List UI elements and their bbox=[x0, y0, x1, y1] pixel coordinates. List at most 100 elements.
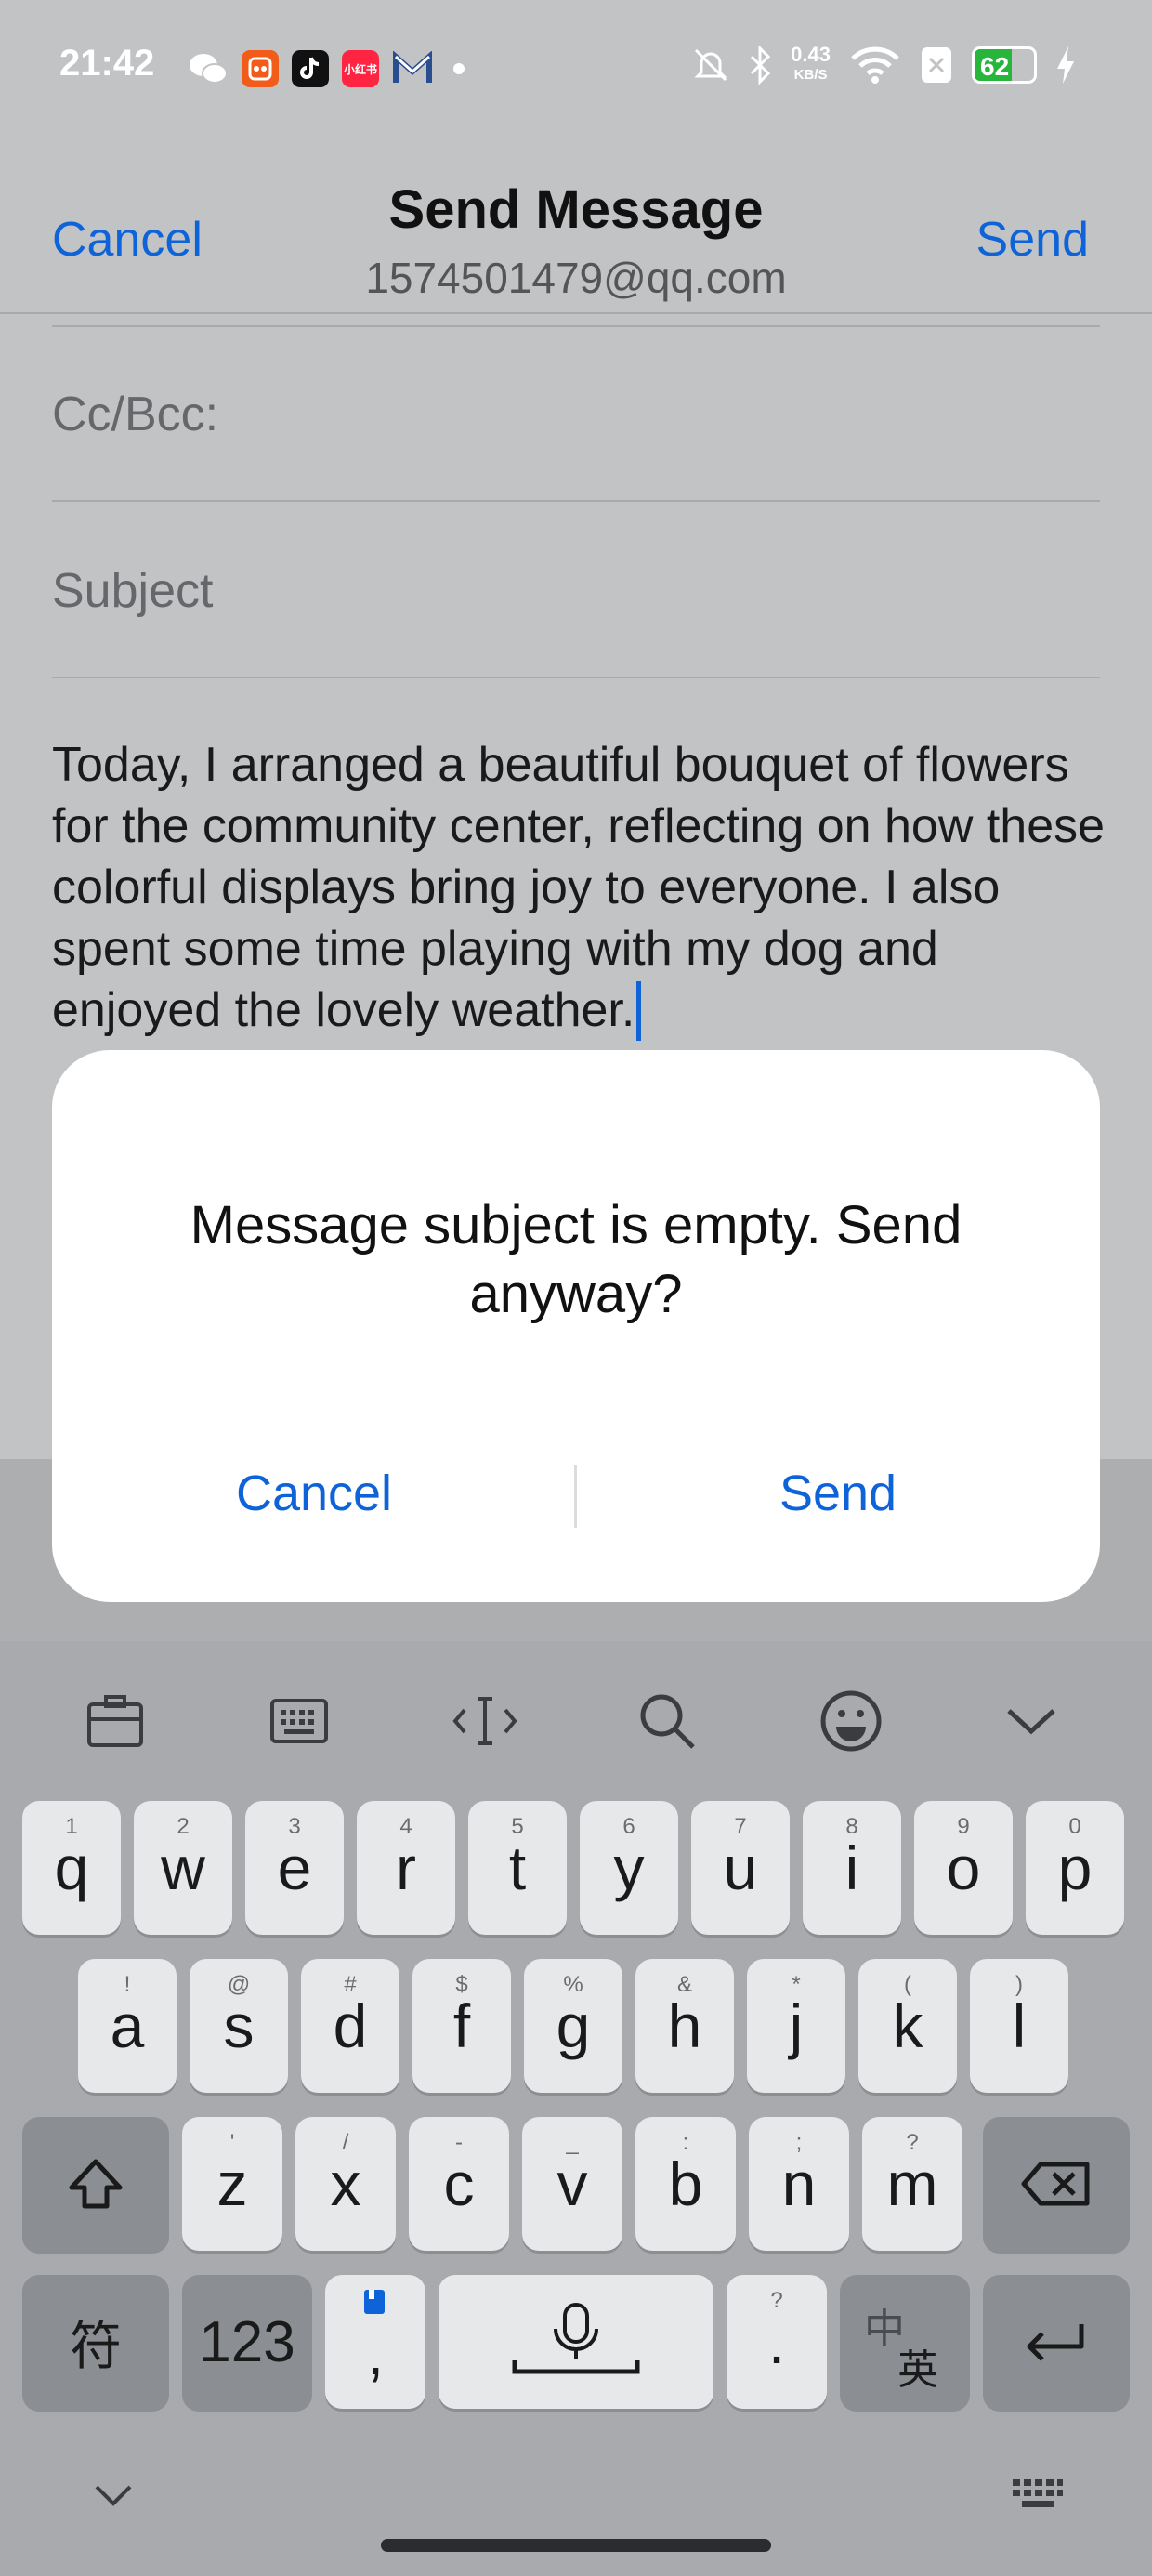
key-hint: ' bbox=[229, 2130, 235, 2155]
key-label: p bbox=[1057, 1833, 1093, 1902]
key-y[interactable]: 6y bbox=[580, 1801, 678, 1935]
key-label: o bbox=[946, 1833, 981, 1902]
key-h[interactable]: & h bbox=[635, 1959, 734, 2093]
key-label: z bbox=[216, 2149, 248, 2218]
key-r[interactable]: 4r bbox=[357, 1801, 455, 1935]
key-m[interactable]: ? m bbox=[862, 2117, 962, 2251]
key-label: f bbox=[452, 1991, 471, 2060]
key-hint: % bbox=[563, 1972, 583, 1997]
key-d[interactable]: # d bbox=[301, 1959, 399, 2093]
key-label: l bbox=[1012, 1991, 1027, 2060]
key-label: i bbox=[844, 1833, 859, 1902]
bluetooth-icon bbox=[751, 46, 771, 85]
status-time: 21:42 bbox=[59, 43, 155, 84]
key-hint: ( bbox=[904, 1972, 911, 1997]
key-label: h bbox=[667, 1991, 702, 2060]
key-j[interactable]: * j bbox=[747, 1959, 845, 2093]
status-indicators: 0.43 KB/S 62 bbox=[692, 45, 1076, 85]
taobao-icon bbox=[242, 50, 279, 87]
emoji-icon[interactable] bbox=[816, 1686, 886, 1756]
charging-icon bbox=[1057, 46, 1074, 84]
comma-key[interactable]: , bbox=[325, 2275, 425, 2409]
key-a[interactable]: ! a bbox=[78, 1959, 177, 2093]
key-w[interactable]: 2w bbox=[134, 1801, 232, 1935]
key-hint: ) bbox=[1015, 1972, 1023, 1997]
key-label: k bbox=[892, 1991, 923, 2060]
microphone-icon bbox=[512, 2303, 640, 2374]
battery-indicator: 62 bbox=[972, 46, 1037, 84]
key-e[interactable]: 3e bbox=[245, 1801, 344, 1935]
key-hint: : bbox=[682, 2130, 689, 2155]
period-key[interactable]: ?. bbox=[727, 2275, 827, 2409]
space-key[interactable] bbox=[439, 2275, 713, 2409]
compose-header: Cancel Send Message 1574501479@qq.com Se… bbox=[0, 139, 1152, 314]
numbers-key[interactable]: 123 bbox=[182, 2275, 312, 2409]
key-label: b bbox=[668, 2149, 703, 2218]
collapse-icon[interactable] bbox=[996, 1686, 1067, 1756]
key-n[interactable]: ; n bbox=[749, 2117, 849, 2251]
clipboard-icon[interactable] bbox=[80, 1686, 151, 1756]
key-label: r bbox=[396, 1833, 416, 1902]
key-hint: 0 bbox=[1068, 1814, 1081, 1839]
dialog-cancel-button[interactable]: Cancel bbox=[52, 1465, 576, 1522]
keyboard-layout-icon[interactable] bbox=[264, 1686, 334, 1756]
key-label: t bbox=[508, 1833, 527, 1902]
key-k[interactable]: (k bbox=[858, 1959, 957, 2093]
symbols-key[interactable]: 符 bbox=[22, 2275, 169, 2409]
message-body-text: Today, I arranged a beautiful bouquet of… bbox=[52, 738, 1106, 1037]
key-hint: * bbox=[792, 1972, 801, 1997]
keyboard-switch-icon[interactable] bbox=[1011, 2477, 1065, 2513]
key-s[interactable]: @ s bbox=[190, 1959, 288, 2093]
message-body[interactable]: Today, I arranged a beautiful bouquet of… bbox=[52, 734, 1111, 1041]
key-hint: 2 bbox=[177, 1814, 190, 1839]
key-hint: # bbox=[344, 1972, 357, 1997]
voice-note-icon bbox=[364, 2290, 385, 2314]
key-l[interactable]: ) l bbox=[970, 1959, 1068, 2093]
cursor-icon[interactable] bbox=[450, 1686, 520, 1756]
key-p[interactable]: 0p bbox=[1026, 1801, 1124, 1935]
tiktok-icon bbox=[292, 50, 329, 87]
key-hint: ! bbox=[124, 1972, 131, 1997]
key-o[interactable]: 9o bbox=[914, 1801, 1013, 1935]
key-label: e bbox=[277, 1833, 312, 1902]
key-hint: 5 bbox=[511, 1814, 524, 1839]
key-hint: - bbox=[455, 2130, 463, 2155]
key-label: q bbox=[54, 1833, 89, 1902]
key-b[interactable]: :b bbox=[635, 2117, 736, 2251]
key-hint: / bbox=[342, 2130, 349, 2155]
notification-apps: 小红书 bbox=[188, 50, 465, 87]
enter-key[interactable] bbox=[983, 2275, 1130, 2409]
key-v[interactable]: _ v bbox=[522, 2117, 622, 2251]
header-send-button[interactable]: Send bbox=[976, 212, 1089, 268]
key-z[interactable]: ' z bbox=[182, 2117, 282, 2251]
dialog-send-button[interactable]: Send bbox=[576, 1465, 1100, 1522]
wechat-icon bbox=[190, 54, 228, 84]
key-label: g bbox=[556, 1991, 591, 2060]
home-indicator[interactable] bbox=[381, 2539, 771, 2552]
key-i[interactable]: 8i bbox=[803, 1801, 901, 1935]
text-cursor bbox=[636, 981, 642, 1041]
key-g[interactable]: % g bbox=[524, 1959, 622, 2093]
key-x[interactable]: / x bbox=[295, 2117, 396, 2251]
subject-field[interactable]: Subject bbox=[52, 502, 1100, 678]
key-hint: 8 bbox=[845, 1814, 858, 1839]
dialog-message: Message subject is empty. Send anyway? bbox=[190, 1195, 962, 1324]
key-t[interactable]: 5t bbox=[468, 1801, 567, 1935]
xiaohongshu-icon: 小红书 bbox=[342, 50, 379, 87]
key-q[interactable]: 1q bbox=[22, 1801, 121, 1935]
key-label: j bbox=[789, 1991, 804, 2060]
language-switch-key[interactable]: 中 英 bbox=[840, 2275, 970, 2409]
key-u[interactable]: 7u bbox=[691, 1801, 790, 1935]
cc-bcc-field[interactable]: Cc/Bcc: bbox=[52, 325, 1100, 502]
key-label: d bbox=[333, 1991, 368, 2060]
key-label: v bbox=[556, 2149, 588, 2218]
shift-key[interactable] bbox=[22, 2117, 169, 2251]
key-c[interactable]: -c bbox=[409, 2117, 509, 2251]
key-hint: 3 bbox=[288, 1814, 301, 1839]
key-hint: 9 bbox=[957, 1814, 970, 1839]
key-label: x bbox=[330, 2149, 361, 2218]
search-icon[interactable] bbox=[632, 1686, 702, 1756]
key-f[interactable]: $ f bbox=[412, 1959, 511, 2093]
hide-keyboard-icon[interactable] bbox=[93, 2481, 134, 2509]
backspace-key[interactable] bbox=[983, 2117, 1130, 2251]
